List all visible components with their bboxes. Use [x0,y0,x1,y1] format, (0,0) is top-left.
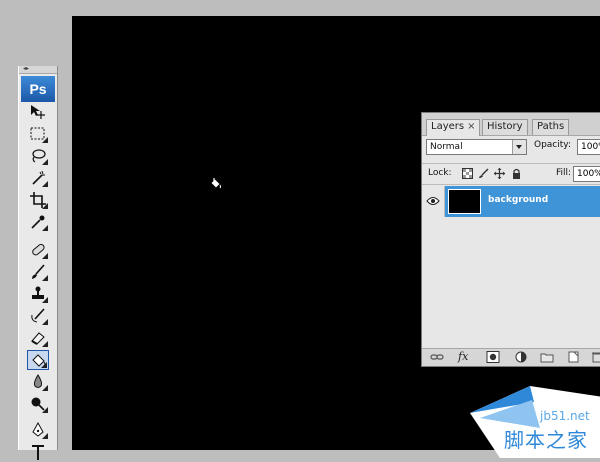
history-brush-tool-icon[interactable] [27,306,49,326]
eraser-tool-icon[interactable] [27,328,49,348]
lock-transparent-pixels-icon[interactable] [462,168,473,179]
lock-row: Lock: Fill: 100% [422,163,600,185]
layers-panel-footer: fx [422,348,600,366]
layer-item-background[interactable]: background [445,186,600,217]
layer-visibility-toggle[interactable] [422,186,445,217]
blend-mode-value: Normal [430,142,463,152]
lock-label: Lock: [428,168,452,178]
tools-panel: ◂▸ Ps [18,65,58,460]
tab-history[interactable]: History [482,119,528,135]
paint-bucket-cursor-icon [210,178,221,189]
healing-brush-tool-icon[interactable] [27,240,49,260]
chevron-down-icon[interactable] [512,140,526,154]
crop-tool-icon[interactable] [27,190,49,210]
new-group-icon[interactable] [540,351,554,363]
lock-all-icon[interactable] [511,168,522,179]
watermark-site-name: 脚本之家 [504,428,588,452]
eye-icon [426,197,440,205]
move-tool-icon[interactable] [27,102,49,122]
pen-tool-icon[interactable] [27,420,49,440]
adjustment-layer-icon[interactable] [514,351,528,363]
delete-layer-icon[interactable] [590,351,600,363]
tab-paths[interactable]: Paths [532,119,570,135]
layer-thumbnail [448,189,481,214]
eyedropper-tool-icon[interactable] [27,212,49,232]
type-tool-icon[interactable] [27,442,49,462]
toolbox-grip[interactable]: ◂▸ [19,65,57,74]
fill-input[interactable]: 100% [573,166,600,182]
new-layer-icon[interactable] [566,351,580,363]
close-tab-icon[interactable]: × [467,121,475,132]
dodge-tool-icon[interactable] [27,394,49,414]
panel-tab-strip: Layers × History Paths [422,113,600,136]
photoshop-logo[interactable]: Ps [21,76,55,102]
tab-layers[interactable]: Layers × [426,119,481,136]
collapse-arrows-icon[interactable]: ◂▸ [23,65,29,72]
opacity-label: Opacity: [534,140,571,150]
watermark-site: jb51.net [540,409,590,423]
lock-position-icon[interactable] [494,168,505,179]
paint-bucket-tool-icon[interactable] [27,350,49,370]
layer-row[interactable]: background [422,186,600,217]
blend-mode-select[interactable]: Normal [426,139,527,155]
lasso-tool-icon[interactable] [27,146,49,166]
brush-tool-icon[interactable] [27,262,49,282]
layers-panel: Layers × History Paths Normal Opacity: 10… [421,112,600,367]
opacity-input[interactable]: 100% [577,139,600,155]
magic-wand-tool-icon[interactable] [27,168,49,188]
blur-tool-icon[interactable] [27,372,49,392]
fx-icon[interactable]: fx [458,351,472,363]
marquee-tool-icon[interactable] [27,124,49,144]
tab-layers-label: Layers [431,121,465,132]
fill-label: Fill: [556,168,572,178]
layer-name: background [488,195,549,205]
layer-mask-icon[interactable] [486,351,500,363]
lock-image-pixels-icon[interactable] [478,168,489,179]
link-layers-icon[interactable] [430,351,444,363]
tab-paths-label: Paths [537,121,565,132]
blend-row: Normal Opacity: 100% [426,139,600,157]
tab-history-label: History [487,121,523,132]
clone-stamp-tool-icon[interactable] [27,284,49,304]
